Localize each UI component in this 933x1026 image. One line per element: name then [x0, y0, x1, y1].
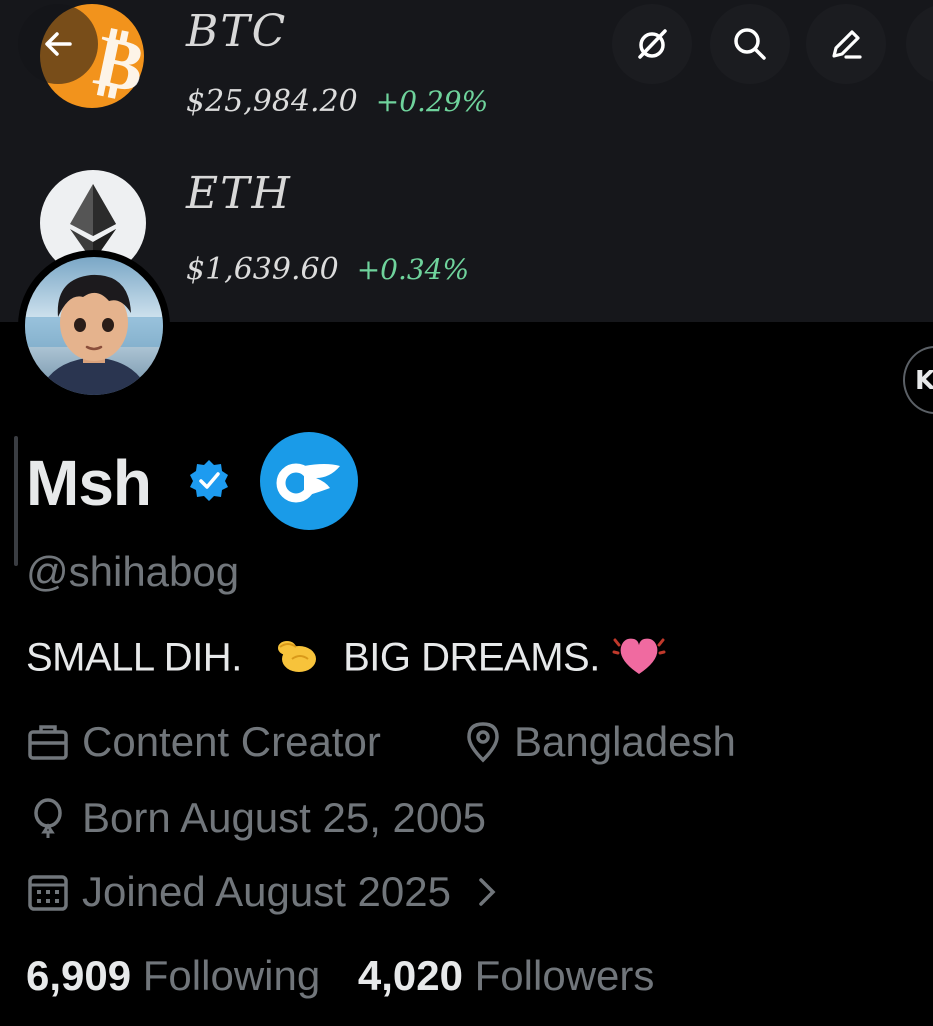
- birthday-row: Born August 25, 2005: [26, 794, 486, 842]
- followers-label: Followers: [474, 952, 655, 999]
- avatar[interactable]: [18, 250, 170, 402]
- profession-row: Content Creator: [26, 718, 381, 766]
- search-icon: [734, 28, 766, 60]
- profile-handle: @shihabog: [26, 548, 240, 595]
- briefcase-icon: [28, 725, 68, 760]
- verified-badge-icon[interactable]: [187, 458, 231, 502]
- follow-stats: 6,909 Following 4,020 Followers: [26, 952, 654, 1000]
- calendar-icon: [28, 875, 68, 911]
- btc-price: $25,984.20: [186, 84, 358, 119]
- eth-price-line: $1,639.60 +0.34%: [186, 252, 469, 287]
- location-text: Bangladesh: [514, 718, 736, 765]
- avatar-image: [25, 257, 163, 395]
- grok-button[interactable]: [612, 4, 692, 84]
- btc-price-line: $25,984.20 +0.29%: [186, 84, 488, 119]
- btc-change: +0.29%: [375, 85, 489, 118]
- pinching-hand-emoji-icon: [274, 635, 320, 685]
- beating-heart-emoji-icon: [612, 632, 666, 688]
- joined-row[interactable]: Joined August 2025: [26, 868, 515, 916]
- bio-text-1: SMALL DIH.: [26, 635, 242, 680]
- profile-bio: SMALL DIH. BIG DREAMS.: [26, 632, 666, 688]
- following-link[interactable]: 6,909 Following: [26, 952, 320, 999]
- subscription-icon[interactable]: K: [903, 346, 933, 414]
- onlyfans-logo-icon[interactable]: [260, 432, 358, 530]
- back-arrow-icon: [45, 32, 72, 56]
- followers-link[interactable]: 4,020 Followers: [358, 952, 655, 999]
- eth-ticker-name: ETH: [186, 168, 292, 219]
- grok-icon: [638, 29, 667, 59]
- edit-button[interactable]: [806, 4, 886, 84]
- following-count: 6,909: [26, 952, 132, 999]
- edit-icon: [832, 30, 862, 59]
- btc-ticker-name: BTC: [186, 6, 288, 57]
- bio-text-2: BIG DREAMS.: [343, 635, 600, 680]
- joined-text: Joined August 2025: [82, 868, 451, 915]
- following-label: Following: [142, 952, 321, 999]
- back-button[interactable]: [18, 4, 98, 84]
- location-pin-icon: [467, 722, 499, 763]
- side-chip-glyph: K: [915, 366, 933, 396]
- chevron-right-icon: [479, 878, 496, 906]
- location-row: Bangladesh: [464, 718, 736, 766]
- eth-change: +0.34%: [356, 253, 470, 286]
- balloon-icon: [34, 798, 62, 838]
- eth-price: $1,639.60: [186, 252, 339, 287]
- profession-text: Content Creator: [82, 718, 381, 765]
- followers-count: 4,020: [357, 952, 463, 999]
- birthday-text: Born August 25, 2005: [82, 794, 486, 841]
- profile-name: Msh: [26, 447, 152, 519]
- search-button[interactable]: [710, 4, 790, 84]
- scroll-indicator: [14, 436, 18, 566]
